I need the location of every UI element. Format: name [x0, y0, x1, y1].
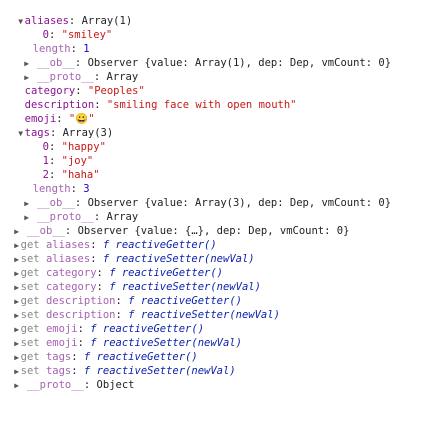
tree-row-set-category[interactable]: ▶ set category: f reactiveSetter(newVal) [0, 266, 261, 293]
tree-row-tags[interactable]: ▼ tags: Array(3) [4, 112, 113, 139]
tree-row-aliases-length: length: 1 [20, 28, 90, 55]
tree-row-category: category: "Peoples" [12, 70, 145, 97]
tree-row-get-category[interactable]: ▶ get category: f reactiveGetter() [0, 252, 223, 279]
tree-row-aliases-proto[interactable]: ▶ __proto__: Array [10, 56, 138, 83]
tree-row-tags-proto[interactable]: ▶ __proto__: Array [10, 196, 138, 223]
separator: : [94, 99, 107, 111]
tree-row-tags-length: length: 3 [20, 168, 90, 195]
expand-arrow-icon[interactable]: ▶ [13, 379, 21, 393]
separator: : [83, 379, 97, 391]
tree-row-set-description[interactable]: ▶ set description: f reactiveSetter(newVa… [0, 294, 280, 321]
tree-row-tags-2: 2: "haha" [30, 154, 100, 181]
tree-row-get-tags[interactable]: ▶ get tags: f reactiveGetter() [0, 336, 197, 363]
tree-row-get-description[interactable]: ▶ get description: f reactiveGetter() [0, 280, 242, 307]
tree-row-set-tags[interactable]: ▶ set tags: f reactiveSetter(newVal) [0, 350, 235, 377]
tree-row-set-aliases[interactable]: ▶ set aliases: f reactiveSetter(newVal) [0, 238, 254, 265]
expand-arrow-icon[interactable]: ▼ [17, 15, 25, 29]
tree-row-description: description: "smiling face with open mou… [12, 84, 297, 111]
tree-row-tags-0: 0: "happy" [30, 126, 106, 153]
tree-row-set-emoji[interactable]: ▶ set emoji: f reactiveSetter(newVal) [0, 322, 242, 349]
property-value: Object [96, 379, 135, 391]
tree-row-get-emoji[interactable]: ▶ get emoji: f reactiveGetter() [0, 308, 204, 335]
property-value: "smiling face with open mouth" [106, 99, 297, 111]
expand-arrow-icon[interactable]: ▼ [17, 127, 25, 141]
property-key: __proto__ [26, 379, 84, 391]
tree-row-tags-1: 1: "joy" [30, 140, 94, 167]
tree-row-ob[interactable]: ▶ __ob__: Observer {value: {…}, dep: Dep… [0, 210, 349, 237]
tree-row-emoji: emoji: "😀" [12, 98, 95, 125]
tree-row-get-aliases[interactable]: ▶ get aliases: f reactiveGetter() [0, 224, 216, 251]
tree-row-aliases[interactable]: ▼ aliases: Array(1) [4, 0, 132, 27]
tree-row-aliases-ob[interactable]: ▶ __ob__: Observer {value: Array(1), dep… [10, 42, 391, 69]
tree-row-tags-ob[interactable]: ▶ __ob__: Observer {value: Array(3), dep… [10, 182, 391, 209]
tree-row-proto[interactable]: ▶ __proto__: Object [0, 364, 134, 391]
tree-row-aliases-0: 0: "smiley" [30, 14, 113, 41]
